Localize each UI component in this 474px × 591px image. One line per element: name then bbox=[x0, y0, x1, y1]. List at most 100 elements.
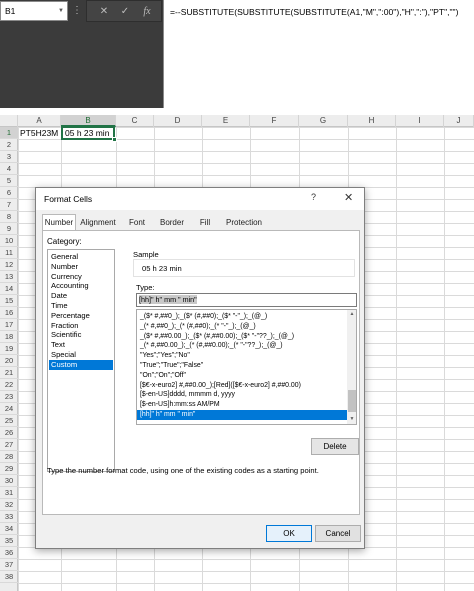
close-icon[interactable]: ✕ bbox=[344, 191, 353, 204]
resize-handle-icon[interactable]: ⋮ bbox=[72, 5, 82, 16]
check-icon[interactable]: ✓ bbox=[116, 4, 134, 19]
category-item[interactable]: Text bbox=[49, 340, 113, 350]
row-header[interactable]: 34 bbox=[0, 523, 18, 535]
row-header[interactable]: 10 bbox=[0, 235, 18, 247]
category-item[interactable]: Scientific bbox=[49, 330, 113, 340]
row-header[interactable]: 38 bbox=[0, 571, 18, 583]
insert-function-button[interactable]: fx bbox=[138, 4, 156, 19]
category-item[interactable]: Date bbox=[49, 291, 113, 301]
close-icon[interactable]: ✕ bbox=[95, 4, 113, 19]
format-code-list[interactable]: _($* #,##0_);_($* (#,##0);_($* "-"_);_(@… bbox=[136, 309, 357, 425]
tab-alignment[interactable]: Alignment bbox=[78, 215, 118, 230]
formula-input[interactable]: =--SUBSTITUTE(SUBSTITUTE(SUBSTITUTE(A1,"… bbox=[163, 0, 474, 108]
row-header[interactable]: 6 bbox=[0, 187, 18, 199]
cancel-button[interactable]: Cancel bbox=[315, 525, 361, 542]
scroll-thumb[interactable] bbox=[348, 390, 356, 412]
format-code-item[interactable]: _(* #,##0.00_);_(* (#,##0.00);_(* "-"??_… bbox=[137, 341, 347, 351]
row-header[interactable]: 16 bbox=[0, 307, 18, 319]
format-code-item[interactable]: [$-en-US]dddd, mmmm d, yyyy bbox=[137, 390, 347, 400]
row-header[interactable]: 23 bbox=[0, 391, 18, 403]
column-header[interactable]: E bbox=[202, 115, 250, 127]
row-header[interactable]: 33 bbox=[0, 511, 18, 523]
format-code-item[interactable]: "Yes";"Yes";"No" bbox=[137, 351, 347, 361]
column-header[interactable]: J bbox=[444, 115, 474, 127]
category-item[interactable]: Percentage bbox=[49, 311, 113, 321]
column-header[interactable]: G bbox=[299, 115, 348, 127]
row-header[interactable]: 20 bbox=[0, 355, 18, 367]
row-header[interactable]: 5 bbox=[0, 175, 18, 187]
row-header[interactable]: 32 bbox=[0, 499, 18, 511]
row-header[interactable]: 19 bbox=[0, 343, 18, 355]
row-header[interactable]: 14 bbox=[0, 283, 18, 295]
column-header[interactable]: C bbox=[116, 115, 154, 127]
row-header[interactable]: 25 bbox=[0, 415, 18, 427]
scroll-up-icon[interactable]: ▲ bbox=[347, 310, 356, 319]
column-header[interactable]: D bbox=[154, 115, 202, 127]
column-header[interactable]: A bbox=[18, 115, 61, 127]
format-code-item[interactable]: "On";"On";"Off" bbox=[137, 371, 347, 381]
row-header[interactable]: 2 bbox=[0, 139, 18, 151]
row-header[interactable]: 37 bbox=[0, 559, 18, 571]
row-header[interactable]: 28 bbox=[0, 451, 18, 463]
category-item[interactable]: Special bbox=[49, 350, 113, 360]
cell-b1-active[interactable]: 05 h 23 min bbox=[61, 126, 115, 140]
tab-border[interactable]: Border bbox=[155, 215, 189, 230]
category-item[interactable]: Fraction bbox=[49, 321, 113, 331]
ok-button[interactable]: OK bbox=[266, 525, 312, 542]
row-header[interactable]: 27 bbox=[0, 439, 18, 451]
column-header[interactable]: H bbox=[348, 115, 396, 127]
row-header[interactable]: 18 bbox=[0, 331, 18, 343]
format-code-item[interactable]: _(* #,##0_);_(* (#,##0);_(* "-"_);_(@_) bbox=[137, 322, 347, 332]
format-code-item[interactable]: [$-en-US]h:mm:ss AM/PM bbox=[137, 400, 347, 410]
row-header[interactable]: 12 bbox=[0, 259, 18, 271]
dialog-titlebar[interactable]: Format Cells ? ✕ bbox=[36, 188, 364, 210]
row-header[interactable]: 24 bbox=[0, 403, 18, 415]
tab-number[interactable]: Number bbox=[42, 214, 76, 231]
row-header[interactable]: 21 bbox=[0, 367, 18, 379]
row-header[interactable]: 30 bbox=[0, 475, 18, 487]
row-header[interactable]: 8 bbox=[0, 211, 18, 223]
category-item[interactable]: Currency bbox=[49, 272, 113, 282]
tab-font[interactable]: Font bbox=[122, 215, 152, 230]
column-header[interactable]: F bbox=[250, 115, 299, 127]
category-list[interactable]: General Number Currency Accounting Date Time P… bbox=[47, 249, 115, 472]
tab-fill[interactable]: Fill bbox=[192, 215, 218, 230]
select-all-corner[interactable] bbox=[0, 115, 18, 127]
row-header[interactable]: 1 bbox=[0, 127, 18, 139]
category-item[interactable]: Time bbox=[49, 301, 113, 311]
row-header[interactable]: 15 bbox=[0, 295, 18, 307]
format-list-scrollbar[interactable]: ▲ ▼ bbox=[347, 310, 356, 424]
scroll-down-icon[interactable]: ▼ bbox=[347, 415, 356, 424]
row-header[interactable]: 36 bbox=[0, 547, 18, 559]
row-header[interactable]: 22 bbox=[0, 379, 18, 391]
category-item[interactable]: Accounting bbox=[49, 281, 113, 291]
category-item[interactable]: Custom bbox=[49, 359, 113, 370]
row-header[interactable]: 17 bbox=[0, 319, 18, 331]
column-header[interactable]: I bbox=[396, 115, 444, 127]
name-box[interactable]: B1 ▼ bbox=[0, 1, 68, 21]
row-header[interactable]: 13 bbox=[0, 271, 18, 283]
row-header[interactable]: 11 bbox=[0, 247, 18, 259]
format-code-item[interactable]: _($* #,##0.00_);_($* (#,##0.00);_($* "-"… bbox=[137, 332, 347, 342]
row-header[interactable]: 35 bbox=[0, 535, 18, 547]
help-icon[interactable]: ? bbox=[311, 192, 316, 202]
row-header[interactable]: 4 bbox=[0, 163, 18, 175]
category-item[interactable]: General bbox=[49, 252, 113, 262]
fill-handle[interactable] bbox=[112, 137, 117, 142]
row-header[interactable]: 29 bbox=[0, 463, 18, 475]
cell-a1[interactable]: PT5H23M bbox=[19, 127, 61, 139]
row-header[interactable]: 26 bbox=[0, 427, 18, 439]
format-code-item[interactable]: _($* #,##0_);_($* (#,##0);_($* "-"_);_(@… bbox=[137, 312, 347, 322]
tab-protection[interactable]: Protection bbox=[221, 215, 267, 230]
row-header[interactable]: 31 bbox=[0, 487, 18, 499]
row-header[interactable]: 3 bbox=[0, 151, 18, 163]
row-header[interactable]: 7 bbox=[0, 199, 18, 211]
format-code-item[interactable]: "True";"True";"False" bbox=[137, 361, 347, 371]
category-item[interactable]: Number bbox=[49, 262, 113, 272]
row-header[interactable]: 9 bbox=[0, 223, 18, 235]
format-code-item[interactable]: [$€-x-euro2] #,##0.00_);[Red]([$€-x-euro… bbox=[137, 381, 347, 391]
type-input[interactable]: [hh]" h" mm " min" bbox=[136, 293, 357, 307]
delete-button[interactable]: Delete bbox=[311, 438, 359, 455]
chevron-down-icon[interactable]: ▼ bbox=[58, 2, 64, 20]
format-code-item[interactable]: [hh]" h" mm " min" bbox=[137, 410, 347, 420]
